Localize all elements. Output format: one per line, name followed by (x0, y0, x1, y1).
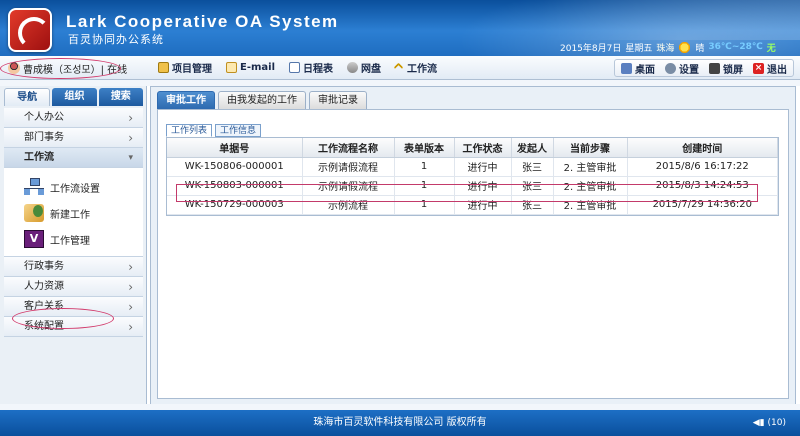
tab-approval-records[interactable]: 审批记录 (309, 91, 367, 109)
tab-navigation[interactable]: 导航 (4, 88, 51, 106)
work-panel: 工作列表 工作信息 单据号 工作流程名称 表单版本 工作状态 发起人 当前步骤 … (157, 109, 789, 399)
sidebar-subitem-workflow-settings[interactable]: 工作流设置 (4, 174, 143, 200)
col-initiator[interactable]: 发起人 (511, 138, 554, 158)
main-content: 审批工作 由我发起的工作 审批记录 工作列表 工作信息 单据号 工作流程名称 表… (150, 86, 796, 406)
tab-work-list[interactable]: 工作列表 (166, 124, 213, 137)
main-tabs: 审批工作 由我发起的工作 审批记录 (157, 91, 367, 109)
col-status[interactable]: 工作状态 (454, 138, 512, 158)
work-management-icon: V (24, 230, 44, 248)
cell-flow-name: 示例请假流程 (302, 157, 395, 177)
speaker-icon: ◀▮ (752, 418, 765, 428)
notice-count: (10) (767, 418, 786, 428)
copyright-text: 珠海市百灵软件科技有限公司 版权所有 (313, 417, 487, 428)
desktop-icon (621, 62, 632, 74)
footer-notice[interactable]: ◀▮ (10) (753, 410, 786, 436)
sidebar-subitem-new-work[interactable]: 新建工作 (4, 200, 143, 226)
col-doc-number[interactable]: 单据号 (167, 138, 303, 158)
logout-label: 退出 (767, 64, 787, 76)
settings-button[interactable]: 设置 (665, 61, 699, 76)
toolbar-calendar-label: 日程表 (303, 64, 334, 75)
toolbar-netdisk-button[interactable]: 网盘 (347, 60, 381, 75)
mail-icon (226, 62, 237, 73)
lock-label: 锁屏 (723, 64, 743, 76)
work-table-container: 单据号 工作流程名称 表单版本 工作状态 发起人 当前步骤 创建时间 WK-15… (166, 137, 779, 216)
sidebar-item-admin[interactable]: 行政事务 (4, 257, 143, 277)
user-highlight-circle (0, 58, 121, 79)
sidebar-item-workflow[interactable]: 工作流 (4, 148, 143, 168)
sidebar-item-department[interactable]: 部门事务 (4, 128, 143, 148)
logout-button[interactable]: × 退出 (753, 61, 787, 76)
sidebar: 导航 组织 搜索 个人办公 部门事务 工作流 工作流设置 新建工作 V 工作管理 … (0, 86, 147, 404)
weekday-text: 星期五 (625, 43, 653, 54)
toolbar-right-actions: 桌面 设置 锁屏 × 退出 (614, 59, 794, 77)
tab-search[interactable]: 搜索 (98, 88, 143, 106)
header-banner: Lark Cooperative OA System 百灵协同办公系统 2015… (0, 0, 800, 56)
lock-screen-button[interactable]: 锁屏 (709, 61, 743, 76)
tab-organization[interactable]: 组织 (52, 88, 97, 106)
subitem-label: 工作管理 (50, 235, 90, 247)
col-form-version[interactable]: 表单版本 (394, 138, 455, 158)
toolbar-workflow-label: 工作流 (407, 64, 438, 75)
app-title-cn: 百灵协同办公系统 (68, 33, 164, 46)
toolbar-project-button[interactable]: 项目管理 (158, 60, 212, 75)
tab-my-initiated[interactable]: 由我发起的工作 (218, 91, 306, 109)
sidebar-item-hr[interactable]: 人力资源 (4, 277, 143, 297)
wind-text: 无 (766, 43, 776, 54)
cell-doc-number: WK-150806-000001 (167, 157, 303, 177)
date-weather-bar: 2015年8月7日 星期五 珠海 晴 36℃~28℃ 无 (560, 40, 776, 54)
toolbar-project-label: 项目管理 (172, 64, 212, 75)
subitem-label: 新建工作 (50, 209, 90, 221)
date-text: 2015年8月7日 (560, 43, 622, 54)
work-management-highlight-circle (12, 308, 114, 329)
toolbar-nav: 项目管理 E-mail 日程表 网盘 工作流 (158, 60, 437, 75)
cell-form-version: 1 (394, 157, 455, 177)
sidebar-subitem-work-management[interactable]: V 工作管理 (4, 226, 143, 252)
col-flow-name[interactable]: 工作流程名称 (302, 138, 395, 158)
weather-text: 晴 (695, 43, 705, 54)
table-header-row: 单据号 工作流程名称 表单版本 工作状态 发起人 当前步骤 创建时间 (167, 138, 778, 158)
org-tree-icon (24, 178, 44, 196)
gear-icon (665, 62, 676, 74)
toolbar-workflow-button[interactable]: 工作流 (393, 60, 438, 75)
tab-approve-work[interactable]: 审批工作 (157, 91, 215, 109)
app-logo (8, 8, 52, 52)
subitem-label: 工作流设置 (50, 183, 100, 195)
work-table: 单据号 工作流程名称 表单版本 工作状态 发起人 当前步骤 创建时间 WK-15… (167, 138, 778, 215)
disk-icon (347, 62, 359, 73)
toolbar-netdisk-label: 网盘 (361, 64, 382, 75)
city-text: 珠海 (656, 43, 675, 54)
toolbar-email-button[interactable]: E-mail (226, 60, 275, 75)
workflow-icon (393, 62, 404, 73)
sidebar-tabs: 导航 组织 搜索 (4, 88, 143, 106)
sun-icon (678, 40, 692, 54)
workflow-submenu: 工作流设置 新建工作 V 工作管理 (4, 168, 143, 257)
banner-flowers (540, 0, 800, 40)
app-title-en: Lark Cooperative OA System (66, 12, 339, 31)
calendar-icon (289, 62, 301, 73)
tab-work-info[interactable]: 工作信息 (215, 124, 262, 137)
project-icon (158, 62, 169, 73)
cell-created-time: 2015/8/6 16:17:22 (627, 157, 778, 177)
cell-initiator: 张三 (511, 157, 554, 177)
cell-current-step: 2. 主管审批 (553, 157, 628, 177)
settings-label: 设置 (679, 64, 699, 76)
table-row[interactable]: WK-150806-000001 示例请假流程 1 进行中 张三 2. 主管审批… (167, 157, 778, 177)
sidebar-item-personal[interactable]: 个人办公 (4, 108, 143, 128)
panel-subtabs: 工作列表 工作信息 (166, 124, 262, 137)
new-work-icon (24, 204, 44, 222)
sidebar-menu: 个人办公 部门事务 工作流 工作流设置 新建工作 V 工作管理 行政事务 人力资源… (4, 108, 143, 337)
desktop-button[interactable]: 桌面 (621, 61, 655, 76)
cell-status: 进行中 (454, 157, 512, 177)
col-current-step[interactable]: 当前步骤 (553, 138, 628, 158)
toolbar-calendar-button[interactable]: 日程表 (289, 60, 333, 75)
footer: 珠海市百灵软件科技有限公司 版权所有 ◀▮ (10) (0, 410, 800, 436)
close-icon: × (753, 62, 764, 74)
temperature-text: 36℃~28℃ (708, 42, 763, 52)
desktop-label: 桌面 (635, 64, 655, 76)
row-highlight-box (176, 184, 758, 202)
toolbar-email-label: E-mail (240, 62, 276, 73)
lock-icon (709, 62, 720, 74)
col-created-time[interactable]: 创建时间 (627, 138, 778, 158)
